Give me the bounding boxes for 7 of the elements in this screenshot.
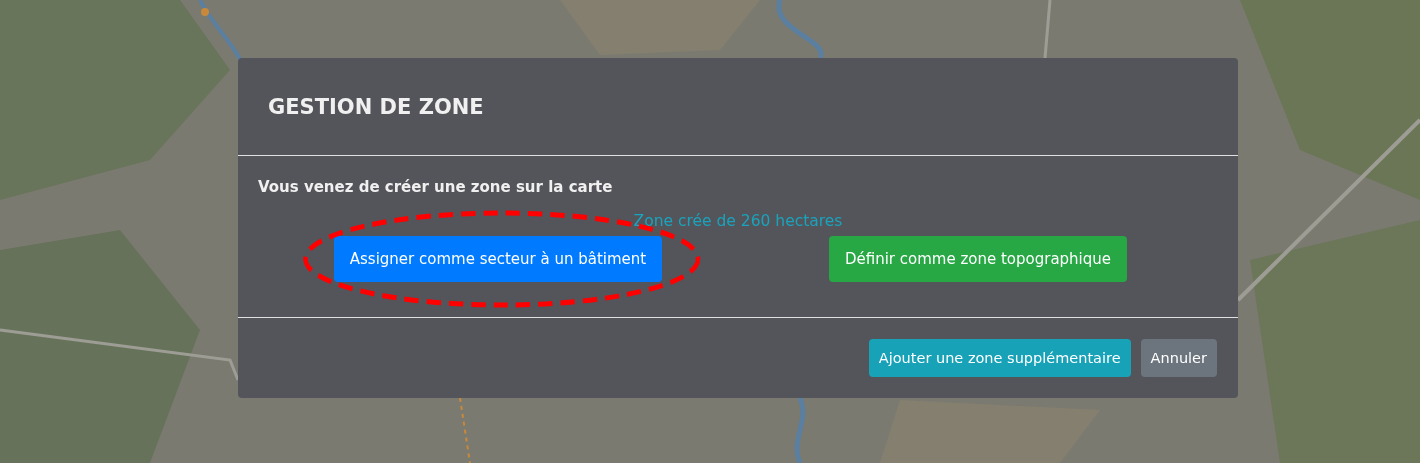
action-button[interactable]: Définir comme zone topographique xyxy=(828,236,1128,282)
area-info-text: Zone crée de 260 hectares xyxy=(633,212,843,230)
footer-button[interactable]: Annuler xyxy=(1140,339,1217,377)
footer-button[interactable]: Ajouter une zone supplémentaire xyxy=(868,339,1131,377)
action-button[interactable]: Assigner comme secteur à un bâtiment xyxy=(333,236,663,282)
message-text: Vous venez de créer une zone sur la carte xyxy=(258,178,613,196)
dialog-title: GESTION DE ZONE xyxy=(268,94,484,119)
